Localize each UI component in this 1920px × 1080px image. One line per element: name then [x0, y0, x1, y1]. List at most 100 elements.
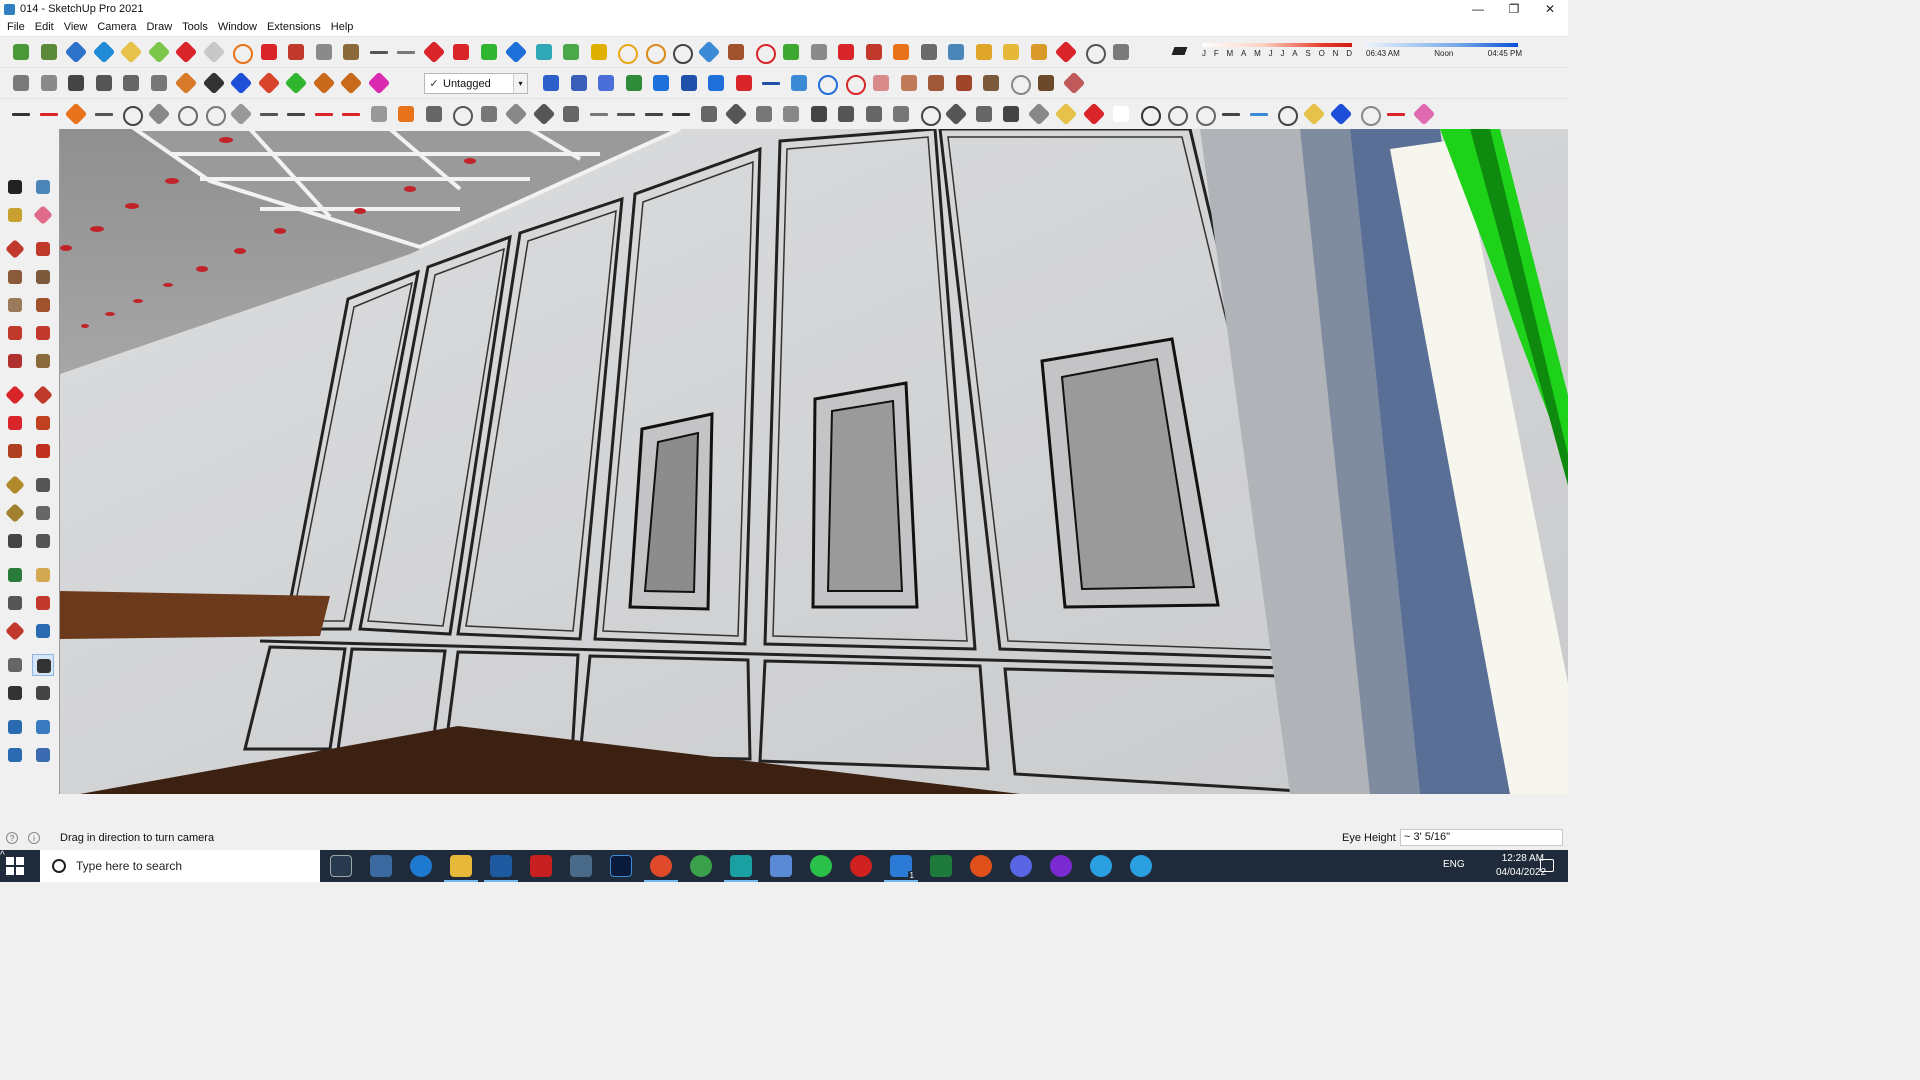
- style-b-icon[interactable]: [568, 72, 590, 94]
- ext-tool-27-icon[interactable]: [725, 103, 747, 125]
- push-d-icon[interactable]: [285, 72, 307, 94]
- cone-icon[interactable]: [533, 41, 555, 63]
- dashed-circle-icon[interactable]: [1083, 41, 1105, 63]
- component-icon[interactable]: [32, 176, 54, 198]
- push-f-icon[interactable]: [340, 72, 362, 94]
- ext-tool-42-icon[interactable]: [1138, 103, 1160, 125]
- grammarly-app-icon[interactable]: [970, 855, 992, 877]
- telegram-app-icon[interactable]: [1090, 855, 1112, 877]
- section-fill-icon[interactable]: [4, 744, 26, 766]
- ext-tool-1-icon[interactable]: [10, 103, 32, 125]
- surface-tool-icon[interactable]: [148, 41, 170, 63]
- top-view-icon[interactable]: [38, 72, 60, 94]
- back-view-icon[interactable]: [120, 72, 142, 94]
- ext-tool-10-icon[interactable]: [258, 103, 280, 125]
- pyramid-icon[interactable]: [588, 41, 610, 63]
- ext-tool-33-icon[interactable]: [890, 103, 912, 125]
- move-icon[interactable]: [4, 384, 26, 406]
- plugin-d-icon[interactable]: [890, 41, 912, 63]
- pipe-icon[interactable]: [368, 41, 390, 63]
- share-model-icon[interactable]: [38, 41, 60, 63]
- orbit-icon[interactable]: [4, 564, 26, 586]
- ext-tool-12-icon[interactable]: [313, 103, 335, 125]
- ext-tool-32-icon[interactable]: [863, 103, 885, 125]
- chrome-profile-app-icon[interactable]: [690, 855, 712, 877]
- walk-footprints-icon[interactable]: [4, 682, 26, 704]
- polygon-icon[interactable]: [32, 294, 54, 316]
- tag-dropdown[interactable]: ✓ Untagged ▾: [424, 73, 528, 94]
- ext-tool-8-icon[interactable]: [203, 103, 225, 125]
- paint-bucket-icon[interactable]: [4, 204, 26, 226]
- nodes-icon[interactable]: [423, 41, 445, 63]
- axes-icon[interactable]: [4, 530, 26, 552]
- position-camera-icon[interactable]: [4, 654, 26, 676]
- menu-camera[interactable]: Camera: [92, 21, 141, 33]
- three-point-arc-icon[interactable]: [4, 350, 26, 372]
- discord-app-icon[interactable]: [1010, 855, 1032, 877]
- ext-tool-3-icon[interactable]: [65, 103, 87, 125]
- menu-help[interactable]: Help: [326, 21, 359, 33]
- ext-tool-40-icon[interactable]: [1083, 103, 1105, 125]
- move-up-icon[interactable]: [175, 72, 197, 94]
- shadow-toggle-icon[interactable]: [1170, 42, 1190, 60]
- dimension-icon[interactable]: [32, 474, 54, 496]
- calculator-app-icon[interactable]: [370, 855, 392, 877]
- ext-tool-4-icon[interactable]: [93, 103, 115, 125]
- scale-icon[interactable]: [4, 440, 26, 462]
- arc-icon[interactable]: [615, 41, 637, 63]
- rectangle-icon[interactable]: [4, 266, 26, 288]
- ext-tool-39-icon[interactable]: [1055, 103, 1077, 125]
- taskbar-search-box[interactable]: Type here to search: [40, 850, 320, 882]
- plugin-a-icon[interactable]: [808, 41, 830, 63]
- language-indicator[interactable]: ENG: [1443, 859, 1465, 870]
- section-plane-icon[interactable]: [93, 41, 115, 63]
- material-e-icon[interactable]: [1008, 72, 1030, 94]
- push-c-icon[interactable]: [258, 72, 280, 94]
- circle-icon[interactable]: [4, 294, 26, 316]
- undo-red-icon[interactable]: [753, 41, 775, 63]
- measurements-input[interactable]: ~ 3' 5/16": [1400, 829, 1563, 846]
- windows-start-icon[interactable]: [6, 857, 24, 875]
- menu-window[interactable]: Window: [213, 21, 262, 33]
- month-slider[interactable]: [1202, 43, 1352, 47]
- ext-tool-24-icon[interactable]: [643, 103, 665, 125]
- line-pencil-icon[interactable]: [4, 238, 26, 260]
- two-point-arc-icon[interactable]: [32, 322, 54, 344]
- material-d-icon[interactable]: [980, 72, 1002, 94]
- menu-extensions[interactable]: Extensions: [262, 21, 326, 33]
- ext-tool-20-icon[interactable]: [533, 103, 555, 125]
- arc-tool-icon[interactable]: [4, 322, 26, 344]
- freehand-icon[interactable]: [32, 238, 54, 260]
- chevron-down-icon[interactable]: ▾: [513, 74, 527, 93]
- pie-icon[interactable]: [32, 350, 54, 372]
- section-plane-tool-icon[interactable]: [32, 682, 54, 704]
- ext-tool-36-icon[interactable]: [973, 103, 995, 125]
- ext-tool-9-icon[interactable]: [230, 103, 252, 125]
- plugin-b-icon[interactable]: [835, 41, 857, 63]
- maximize-button[interactable]: ❐: [1496, 0, 1532, 18]
- zoom-icon[interactable]: [4, 592, 26, 614]
- style-c-icon[interactable]: [595, 72, 617, 94]
- ext-tool-23-icon[interactable]: [615, 103, 637, 125]
- zoom-extents-icon[interactable]: [4, 620, 26, 642]
- push-b-icon[interactable]: [230, 72, 252, 94]
- edge-app-icon[interactable]: [410, 855, 432, 877]
- left-view-icon[interactable]: [148, 72, 170, 94]
- material-f-icon[interactable]: [1035, 72, 1057, 94]
- glass-tool-icon[interactable]: [203, 41, 225, 63]
- ext-tool-37-icon[interactable]: [1000, 103, 1022, 125]
- ext-tool-34-icon[interactable]: [918, 103, 940, 125]
- push-e-icon[interactable]: [313, 72, 335, 94]
- push-pull-icon[interactable]: [32, 384, 54, 406]
- mountain-icon[interactable]: [560, 41, 582, 63]
- ext-tool-5-icon[interactable]: [120, 103, 142, 125]
- cross-blue-icon[interactable]: [505, 41, 527, 63]
- line-tool-icon[interactable]: [760, 72, 782, 94]
- ext-tool-17-icon[interactable]: [450, 103, 472, 125]
- undo-red-2-icon[interactable]: [843, 72, 865, 94]
- sketchup-app-taskbar-icon[interactable]: [484, 855, 518, 882]
- get-models-icon[interactable]: [10, 41, 32, 63]
- style-e-icon[interactable]: [650, 72, 672, 94]
- material-g-icon[interactable]: [1063, 72, 1085, 94]
- right-view-icon[interactable]: [93, 72, 115, 94]
